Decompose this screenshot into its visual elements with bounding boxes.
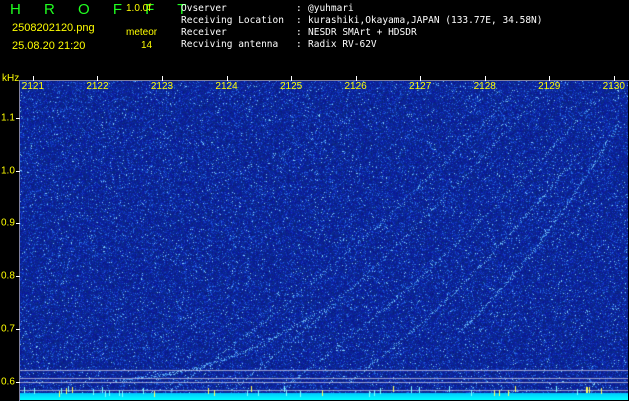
x-tick-label: 2129 — [538, 81, 561, 92]
date-time: 25.08.20 21:20 — [12, 40, 86, 52]
y-tick-mark — [16, 223, 20, 225]
x-tick-label: 2123 — [150, 81, 174, 92]
y-tick-mark — [16, 170, 20, 172]
info-label: Receiving Location — [181, 15, 284, 26]
y-tick-label: 1.0 — [1, 165, 15, 177]
x-tick-label: 2130 — [602, 81, 625, 92]
x-tick-label: 2124 — [215, 81, 238, 92]
info-value: Radix RV-62V — [308, 39, 377, 50]
info-separator: : — [296, 39, 302, 50]
y-tick-mark — [16, 276, 20, 278]
x-tick-label: 2128 — [473, 81, 496, 92]
file-name: 2508202120.png — [12, 22, 95, 34]
info-label: Receiver — [181, 27, 227, 38]
x-tick-label: 2127 — [409, 81, 432, 92]
info-label: Recviving antenna — [181, 39, 279, 50]
info-row-location: Receiving Location: kurashiki,Okayama,JAP… — [181, 15, 543, 26]
spectrogram-canvas — [20, 81, 628, 400]
y-axis-unit: kHz — [2, 73, 20, 84]
info-label: Ovserver — [181, 3, 227, 14]
x-tick-label: 2122 — [86, 81, 109, 92]
info-separator: : — [296, 15, 302, 26]
info-value: NESDR SMArt + HDSDR — [308, 27, 417, 38]
x-tick-label: 2125 — [279, 81, 303, 92]
info-value: kurashiki,Okayama,JAPAN (133.77E, 34.58N… — [308, 15, 543, 26]
y-tick-label: 0.9 — [1, 217, 15, 229]
info-row-antenna: Recviving antenna: Radix RV-62V — [181, 39, 377, 50]
info-separator: : — [296, 3, 302, 14]
info-separator: : — [296, 27, 302, 38]
y-tick-label: 1.1 — [1, 112, 15, 124]
y-tick-mark — [16, 328, 20, 330]
app-version: 1.0.0f — [126, 3, 152, 14]
mode-label: meteor — [126, 27, 158, 38]
info-row-receiver: Receiver: NESDR SMArt + HDSDR — [181, 27, 417, 38]
y-tick-label: 0.7 — [1, 323, 15, 335]
meteor-count: 14 — [141, 40, 153, 51]
y-tick-label: 0.6 — [1, 376, 15, 388]
y-tick-mark — [16, 381, 20, 383]
x-tick-label: 2126 — [344, 81, 367, 92]
x-tick-label: 2121 — [21, 81, 45, 92]
y-tick-label: 0.8 — [1, 270, 15, 282]
info-value: @yuhmari — [308, 3, 354, 14]
info-row-observer: Ovserver: @yuhmari — [181, 3, 354, 14]
y-tick-mark — [16, 117, 20, 119]
app-title: H R O F F T — [10, 1, 196, 18]
